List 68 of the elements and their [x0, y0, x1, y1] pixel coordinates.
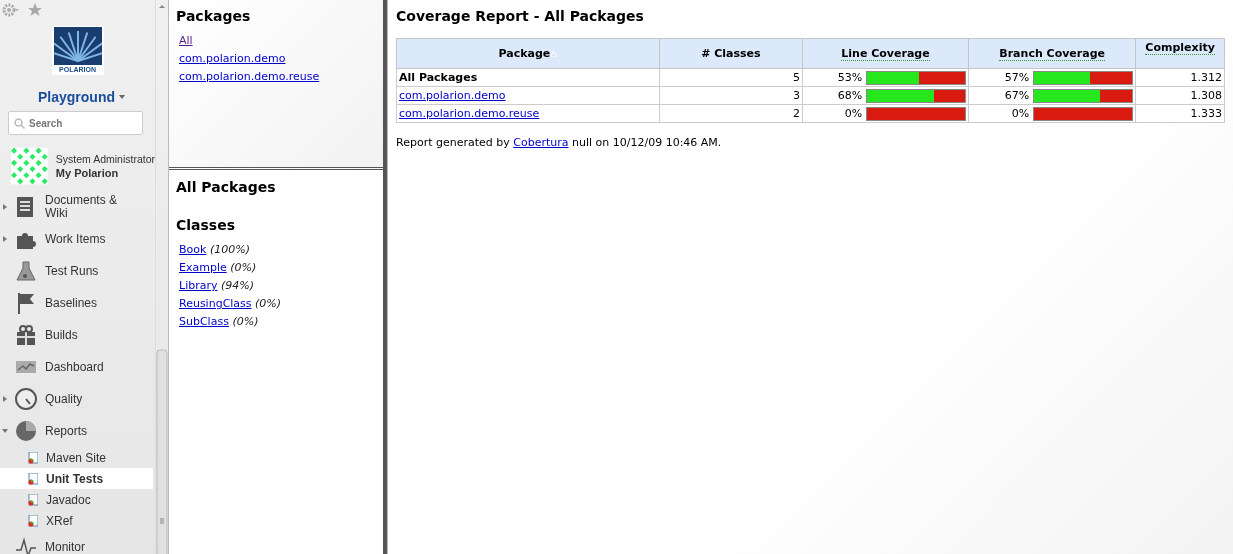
user-role: System Administrator	[55, 153, 155, 165]
collapsed-arrow-icon[interactable]	[1, 204, 8, 210]
nav-item[interactable]: Reports	[45, 424, 125, 438]
coverage-percent: 0%	[1011, 107, 1030, 120]
class-link[interactable]: Book	[179, 243, 207, 256]
class-link[interactable]: SubClass	[179, 315, 229, 328]
nav-subitem[interactable]: Maven Site	[0, 447, 153, 468]
caret-icon	[119, 95, 125, 99]
search-field[interactable]: Search	[8, 111, 143, 135]
pulse-icon	[15, 536, 37, 554]
nav-item[interactable]: Monitor	[45, 540, 125, 554]
coverage-percent: 68%	[837, 89, 863, 102]
report-title: Coverage Report - All Packages	[396, 8, 645, 24]
coverage-percent: (0%)	[255, 297, 282, 310]
column-header[interactable]: Complexity	[1135, 38, 1225, 69]
nav-item[interactable]: Quality	[45, 392, 125, 406]
package-link[interactable]: com.polarion.demo.reuse	[179, 70, 320, 83]
coverage-percent: (0%)	[230, 261, 257, 274]
cobertura-link[interactable]: Cobertura	[513, 136, 569, 149]
project-name[interactable]: Playground	[38, 89, 115, 105]
coverage-percent: 67%	[1004, 89, 1030, 102]
sort-arrow-icon	[550, 51, 558, 57]
column-header[interactable]: Branch Coverage	[968, 38, 1136, 69]
sunburst-icon	[53, 27, 102, 65]
report-page-icon	[28, 514, 38, 527]
gauge-icon	[15, 388, 37, 410]
column-header[interactable]: Line Coverage	[802, 38, 969, 69]
gear-icon	[2, 3, 20, 17]
nav-item[interactable]: Dashboard	[45, 360, 125, 374]
coverage-percent: (0%)	[232, 315, 259, 328]
coverage-percent: (100%)	[209, 243, 250, 256]
package-link[interactable]: com.polarion.demo	[179, 52, 286, 65]
package-link[interactable]: All	[179, 34, 193, 47]
avatar-icon	[11, 145, 48, 187]
collapsed-arrow-icon[interactable]	[1, 236, 8, 242]
report-page-icon	[28, 472, 38, 485]
expanded-arrow-icon[interactable]	[1, 428, 8, 434]
coverage-percent: 57%	[1004, 71, 1030, 84]
report-page-icon	[28, 451, 38, 464]
flag-icon	[15, 292, 37, 314]
search-icon	[14, 118, 25, 129]
pie-chart-icon	[15, 420, 37, 442]
nav-subitem[interactable]: Javadoc	[0, 489, 153, 510]
gift-icon	[15, 324, 37, 346]
nav-item[interactable]: Builds	[45, 328, 125, 342]
my-polarion-link[interactable]: My Polarion	[55, 167, 155, 179]
column-header[interactable]: Package	[396, 38, 660, 69]
nav-subitem[interactable]: Unit Tests	[0, 468, 153, 489]
report-footer: Report generated by Cobertura null on 10/12/09 10:46 AM.	[396, 136, 1226, 149]
package-title: All Packages	[176, 179, 277, 195]
star-icon	[28, 3, 42, 17]
nav-subitem[interactable]: XRef	[0, 510, 153, 531]
column-header[interactable]: # Classes	[659, 38, 803, 69]
frame-title: Packages	[176, 8, 252, 24]
class-link[interactable]: Example	[179, 261, 227, 274]
nav-item[interactable]: Documents & Wiki	[45, 194, 125, 220]
nav-item[interactable]: Test Runs	[45, 264, 125, 278]
class-link[interactable]: Library	[179, 279, 218, 292]
coverage-percent: (94%)	[220, 279, 254, 292]
coverage-percent: 0%	[844, 107, 863, 120]
nav-item[interactable]: Work Items	[45, 232, 125, 246]
nav-item[interactable]: Baselines	[45, 296, 125, 310]
report-page-icon	[28, 493, 38, 506]
class-link[interactable]: ReusingClass	[179, 297, 252, 310]
coverage-percent: 53%	[837, 71, 863, 84]
collapsed-arrow-icon[interactable]	[1, 396, 8, 402]
flask-icon	[15, 260, 37, 282]
section-title: Classes	[176, 217, 236, 233]
